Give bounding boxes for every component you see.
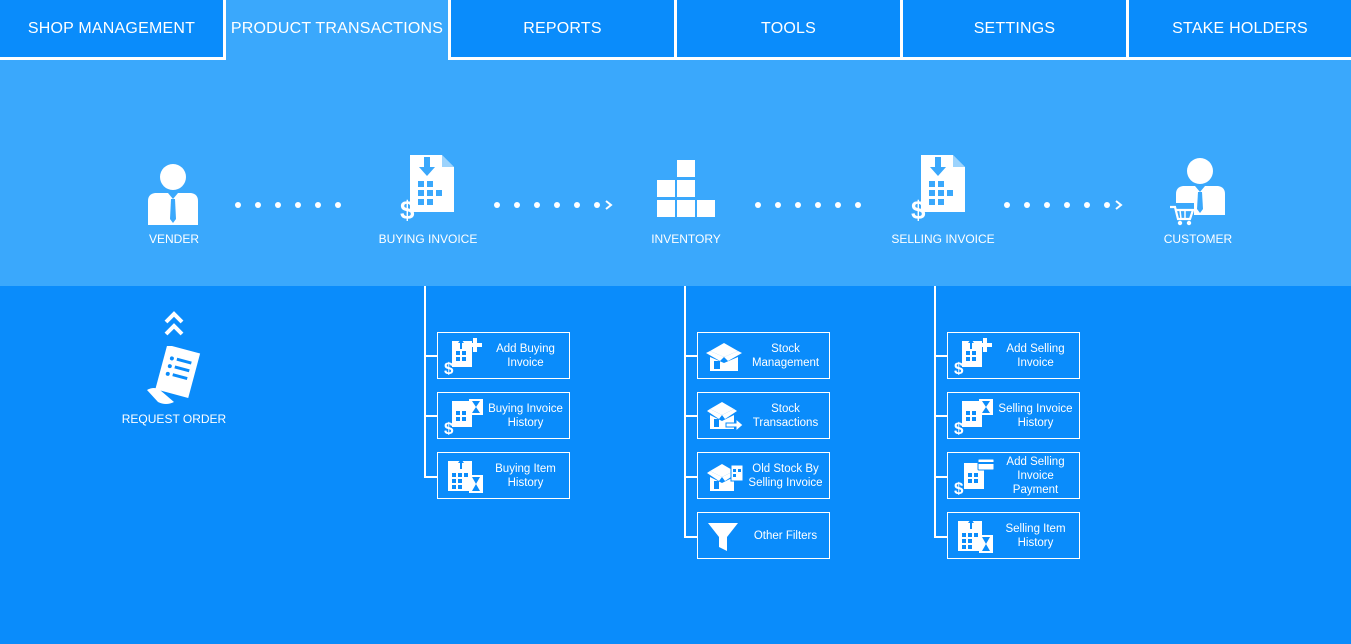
tab-shop-management[interactable]: SHOP MANAGEMENT (0, 0, 223, 60)
invoice-add-icon: $ (444, 338, 482, 375)
branch-tick (424, 355, 437, 357)
selling-item-history-label: Selling Item History (1005, 522, 1066, 549)
invoice-history-icon: $ (444, 399, 483, 435)
add-selling-invoice-payment-button[interactable]: $ Add Selling Invoice Payment (947, 452, 1080, 499)
box-open-icon (706, 343, 742, 371)
request-order-icon[interactable] (144, 346, 204, 406)
add-selling-invoice-button[interactable]: $ Add Selling Invoice (947, 332, 1080, 379)
add-buying-invoice-label: Add Buying Invoice (496, 342, 555, 369)
inventory-branch-line (684, 286, 686, 538)
buying-invoice-icon[interactable]: $ (400, 155, 456, 221)
buying-invoice-history-label: Buying Invoice History (488, 402, 563, 429)
old-stock-by-selling-invoice-label: Old Stock By Selling Invoice (748, 462, 823, 489)
request-order-label: REQUEST ORDER (121, 412, 227, 426)
invoice-add-icon: $ (954, 338, 992, 375)
svg-text:$: $ (444, 359, 454, 375)
svg-text:$: $ (444, 419, 454, 435)
vender-icon[interactable] (146, 163, 200, 225)
add-selling-invoice-label: Add Selling Invoice (1006, 342, 1065, 369)
branch-tick (424, 476, 437, 478)
customer-icon[interactable] (1168, 157, 1230, 227)
tab-product-transactions[interactable]: PRODUCT TRANSACTIONS (226, 0, 448, 60)
box-transfer-icon (707, 402, 744, 433)
buying-branch-line (424, 286, 426, 478)
flow-label-selling-invoice: SELLING INVOICE (891, 232, 995, 246)
svg-text:$: $ (954, 359, 964, 375)
old-stock-by-selling-invoice-button[interactable]: Old Stock By Selling Invoice (697, 452, 830, 499)
branch-tick (684, 415, 697, 417)
selling-invoice-icon[interactable]: $ (911, 155, 967, 221)
other-filters-button[interactable]: Other Filters (697, 512, 830, 559)
selling-invoice-history-label: Selling Invoice History (998, 402, 1073, 429)
inventory-icon[interactable] (657, 160, 716, 218)
branch-tick (934, 415, 947, 417)
buying-item-history-label: Buying Item History (495, 462, 556, 489)
flow-dots-arrow (494, 200, 613, 210)
box-invoice-icon (707, 464, 744, 491)
selling-invoice-history-button[interactable]: $ Selling Invoice History (947, 392, 1080, 439)
tab-tools[interactable]: TOOLS (677, 0, 900, 60)
other-filters-label: Other Filters (753, 529, 818, 542)
double-chevron-up-icon (164, 311, 184, 336)
selling-item-history-button[interactable]: Selling Item History (947, 512, 1080, 559)
invoice-history-icon: $ (954, 399, 993, 435)
svg-text:$: $ (400, 195, 415, 221)
svg-text:$: $ (911, 195, 926, 221)
svg-text:$: $ (954, 479, 964, 495)
flow-label-customer: CUSTOMER (1163, 232, 1233, 246)
tab-stake-holders[interactable]: STAKE HOLDERS (1129, 0, 1351, 60)
add-buying-invoice-button[interactable]: $ Add Buying Invoice (437, 332, 570, 379)
svg-text:$: $ (954, 419, 964, 435)
stock-transactions-label: Stock Transactions (752, 402, 819, 429)
branch-tick (424, 415, 437, 417)
branch-tick (684, 536, 697, 538)
add-selling-invoice-payment-label: Add Selling Invoice Payment (1006, 455, 1065, 496)
invoice-payment-icon: $ (954, 458, 994, 495)
branch-tick (684, 355, 697, 357)
stock-management-label: Stock Management (751, 342, 820, 369)
selling-branch-line (934, 286, 936, 538)
branch-tick (684, 476, 697, 478)
item-history-icon (958, 519, 993, 553)
flow-dots-arrow (1004, 200, 1123, 210)
tab-reports[interactable]: REPORTS (451, 0, 674, 60)
tab-settings[interactable]: SETTINGS (903, 0, 1126, 60)
branch-tick (934, 476, 947, 478)
stock-management-button[interactable]: Stock Management (697, 332, 830, 379)
item-history-icon (448, 459, 483, 493)
flow-label-inventory: INVENTORY (651, 232, 721, 246)
buying-item-history-button[interactable]: Buying Item History (437, 452, 570, 499)
filter-icon (708, 523, 738, 551)
branch-tick (934, 536, 947, 538)
flow-label-vender: VENDER (148, 232, 199, 246)
buying-invoice-history-button[interactable]: $ Buying Invoice History (437, 392, 570, 439)
branch-tick (934, 355, 947, 357)
flow-dots (755, 202, 861, 208)
main-tabs: SHOP MANAGEMENT PRODUCT TRANSACTIONS REP… (0, 0, 1351, 60)
flow-label-buying-invoice: BUYING INVOICE (378, 232, 478, 246)
stock-transactions-button[interactable]: Stock Transactions (697, 392, 830, 439)
flow-dots (235, 202, 341, 208)
